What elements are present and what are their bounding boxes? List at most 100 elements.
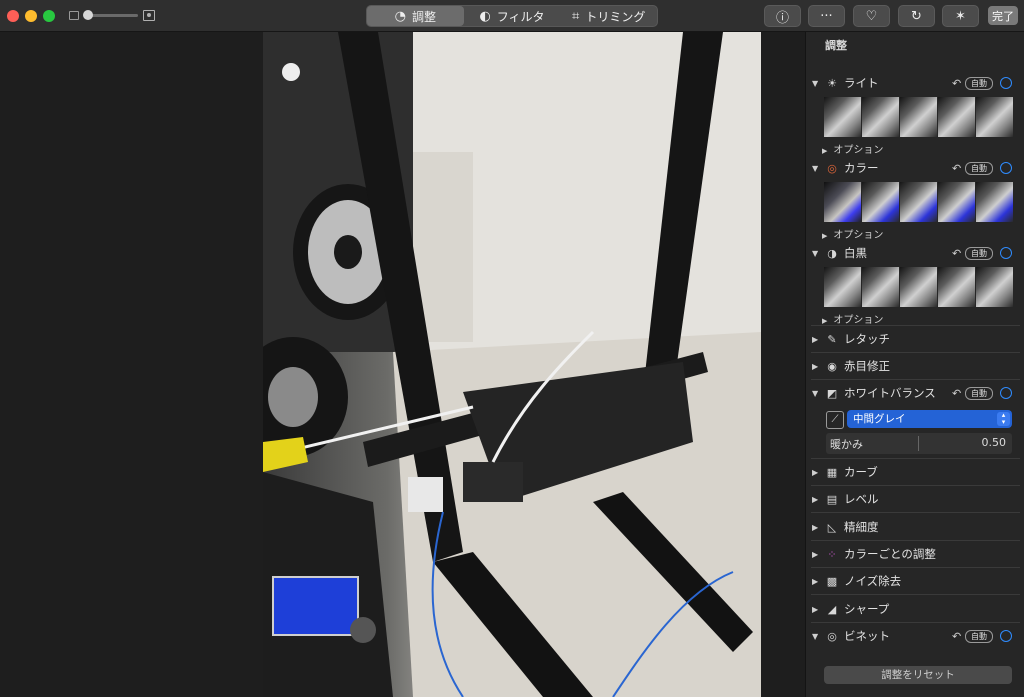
disclosure-right-icon[interactable]: ▶ — [812, 605, 820, 614]
divider — [811, 325, 1020, 326]
thumbnail[interactable] — [938, 182, 975, 222]
section-retouch[interactable]: ▶ ✎ レタッチ — [806, 328, 1024, 350]
rotate-button[interactable]: ↻ — [898, 5, 935, 27]
thumbnail[interactable] — [900, 267, 937, 307]
divider — [811, 512, 1020, 513]
thumbnail[interactable] — [938, 267, 975, 307]
disclosure-right-icon[interactable]: ▶ — [812, 523, 820, 532]
color-options[interactable]: ▶ オプション — [822, 226, 883, 241]
warmth-slider[interactable]: 暖かみ 0.50 — [826, 433, 1012, 454]
noise-icon: ▩ — [826, 574, 838, 588]
disclosure-down-icon[interactable]: ▼ — [812, 164, 820, 173]
auto-button[interactable]: 自動 — [965, 387, 993, 400]
favorite-button[interactable]: ♡ — [853, 5, 890, 27]
fullscreen-window-button[interactable] — [43, 10, 55, 22]
adjust-sidebar: 調整 ▼ ☀ ライト ↶ 自動 ▶ オプション ▼ ◎ カラー ↶ 自動 ▶ オプシ… — [805, 32, 1024, 697]
light-thumbnail-strip[interactable] — [824, 97, 1013, 137]
bw-options[interactable]: ▶ オプション — [822, 311, 883, 326]
toggle-ring-icon[interactable] — [1000, 630, 1012, 642]
thumbnail[interactable] — [824, 267, 861, 307]
section-redeye[interactable]: ▶ ◉ 赤目修正 — [806, 355, 1024, 377]
warmth-slider-marker[interactable] — [918, 436, 919, 451]
disclosure-right-icon[interactable]: ▶ — [812, 577, 820, 586]
tab-crop[interactable]: ⌗ トリミング — [560, 6, 657, 26]
zoom-in-icon[interactable] — [143, 10, 155, 21]
section-bw-label: 白黒 — [844, 246, 867, 260]
section-vignette[interactable]: ▼ ◎ ビネット ↶ 自動 — [806, 625, 1024, 647]
photo-preview[interactable] — [263, 32, 761, 697]
section-curves[interactable]: ▶ ▦ カーブ — [806, 461, 1024, 483]
ellipsis-icon: ··· — [820, 8, 833, 24]
thumbnail[interactable] — [900, 97, 937, 137]
divider — [811, 594, 1020, 595]
thumbnail[interactable] — [824, 97, 861, 137]
disclosure-down-icon[interactable]: ▼ — [812, 249, 820, 258]
thumbnail[interactable] — [824, 182, 861, 222]
reset-adjustments-button[interactable]: 調整をリセット — [824, 666, 1012, 684]
info-icon: ⓘ — [775, 10, 789, 26]
thumbnail[interactable] — [862, 97, 899, 137]
disclosure-right-icon[interactable]: ▶ — [812, 362, 820, 371]
thumbnail[interactable] — [938, 97, 975, 137]
disclosure-right-icon[interactable]: ▶ — [812, 495, 820, 504]
toggle-ring-icon[interactable] — [1000, 77, 1012, 89]
select-chevron-icon: ▴ ▾ — [997, 412, 1010, 426]
undo-icon[interactable]: ↶ — [952, 247, 961, 260]
section-white-balance-label: ホワイトバランス — [844, 386, 936, 400]
done-button[interactable]: 完了 — [988, 6, 1018, 25]
color-thumbnail-strip[interactable] — [824, 182, 1013, 222]
divider — [811, 458, 1020, 459]
undo-icon[interactable]: ↶ — [952, 387, 961, 400]
light-options[interactable]: ▶ オプション — [822, 141, 883, 156]
minimize-window-button[interactable] — [25, 10, 37, 22]
thumbnail[interactable] — [862, 267, 899, 307]
section-color[interactable]: ▼ ◎ カラー ↶ 自動 — [806, 157, 1024, 179]
curves-icon: ▦ — [826, 465, 838, 479]
eyedropper-icon[interactable]: ⟋ — [826, 411, 844, 429]
white-balance-mode-select[interactable]: 中間グレイ ▴ ▾ — [847, 410, 1012, 428]
auto-button[interactable]: 自動 — [965, 630, 993, 643]
section-white-balance[interactable]: ▼ ◩ ホワイトバランス ↶ 自動 — [806, 382, 1024, 404]
disclosure-right-icon[interactable]: ▶ — [812, 468, 820, 477]
bw-thumbnail-strip[interactable] — [824, 267, 1013, 307]
disclosure-down-icon[interactable]: ▼ — [812, 632, 820, 641]
thumbnail[interactable] — [900, 182, 937, 222]
toggle-ring-icon[interactable] — [1000, 247, 1012, 259]
section-bw[interactable]: ▼ ◑ 白黒 ↶ 自動 — [806, 242, 1024, 264]
section-definition[interactable]: ▶ ◺ 精細度 — [806, 516, 1024, 538]
info-button[interactable]: ⓘ — [764, 5, 801, 27]
section-levels[interactable]: ▶ ▤ レベル — [806, 488, 1024, 510]
thumbnail[interactable] — [862, 182, 899, 222]
disclosure-right-icon[interactable]: ▶ — [812, 550, 820, 559]
crop-icon: ⌗ — [572, 8, 580, 24]
divider — [811, 540, 1020, 541]
undo-icon[interactable]: ↶ — [952, 77, 961, 90]
section-light[interactable]: ▼ ☀ ライト ↶ 自動 — [806, 72, 1024, 94]
disclosure-down-icon[interactable]: ▼ — [812, 79, 820, 88]
disclosure-right-icon[interactable]: ▶ — [812, 335, 820, 344]
sidebar-title: 調整 — [825, 39, 847, 52]
tab-adjust[interactable]: ◔ 調整 — [367, 6, 464, 26]
more-button[interactable]: ··· — [808, 5, 845, 27]
undo-icon[interactable]: ↶ — [952, 630, 961, 643]
toggle-ring-icon[interactable] — [1000, 162, 1012, 174]
toggle-ring-icon[interactable] — [1000, 387, 1012, 399]
auto-button[interactable]: 自動 — [965, 247, 993, 260]
thumbnail[interactable] — [976, 182, 1013, 222]
thumbnail[interactable] — [976, 267, 1013, 307]
thumbnail[interactable] — [976, 97, 1013, 137]
undo-icon[interactable]: ↶ — [952, 162, 961, 175]
tab-filter[interactable]: ◐ フィルタ — [464, 6, 561, 26]
auto-button[interactable]: 自動 — [965, 162, 993, 175]
zoom-slider-knob[interactable] — [83, 10, 93, 20]
zoom-out-icon[interactable] — [69, 11, 79, 20]
divider — [811, 352, 1020, 353]
close-window-button[interactable] — [7, 10, 19, 22]
section-noise[interactable]: ▶ ▩ ノイズ除去 — [806, 570, 1024, 592]
auto-enhance-button[interactable]: ✶ — [942, 5, 979, 27]
levels-icon: ▤ — [826, 492, 838, 506]
auto-button[interactable]: 自動 — [965, 77, 993, 90]
section-selective-color[interactable]: ▶ ⁘ カラーごとの調整 — [806, 543, 1024, 565]
disclosure-down-icon[interactable]: ▼ — [812, 389, 820, 398]
section-sharpen[interactable]: ▶ ◢ シャープ — [806, 598, 1024, 620]
